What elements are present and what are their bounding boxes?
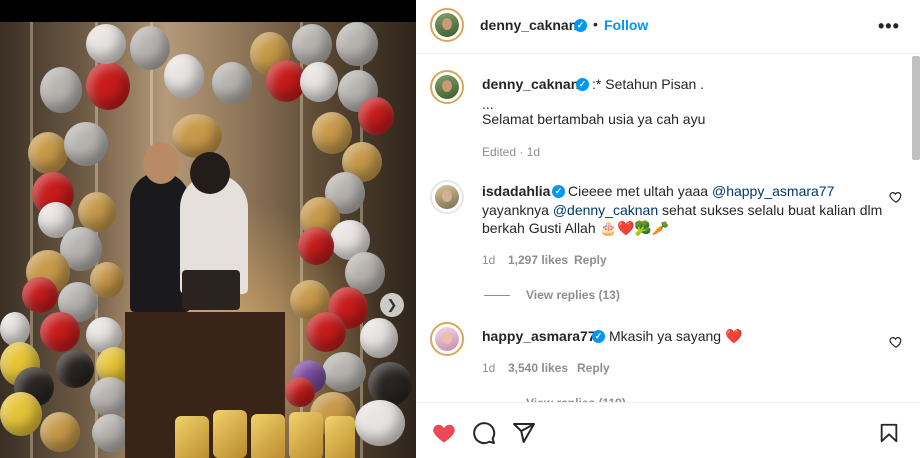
balloon: [86, 62, 130, 110]
caption-username[interactable]: denny_caknan: [482, 76, 579, 92]
chevron-right-icon: ❯: [386, 297, 398, 312]
letter-balloon: [175, 416, 209, 458]
comment-text-line-1: Cieeee met ultah yaaa @happy_asmara77: [568, 183, 835, 199]
balloon: [360, 318, 398, 358]
comment-text-line-2: yayanknya @denny_caknan sehat sukses sel…: [482, 202, 883, 218]
author-username[interactable]: denny_caknan: [480, 17, 577, 33]
balloon: [285, 377, 315, 407]
verified-icon: ✓: [592, 330, 605, 343]
commenter-avatar[interactable]: [430, 322, 464, 356]
verified-icon: ✓: [552, 185, 565, 198]
heart-icon[interactable]: [889, 335, 903, 349]
balloon: [298, 227, 334, 265]
separator-dot: •: [593, 16, 598, 32]
bookmark-icon[interactable]: [878, 421, 900, 445]
author-avatar[interactable]: [430, 8, 464, 42]
balloon: [0, 312, 30, 346]
balloon: [56, 350, 94, 388]
balloon: [90, 377, 130, 417]
comment-username[interactable]: isdadahlia: [482, 183, 550, 199]
balloon: [90, 262, 124, 298]
more-icon[interactable]: •••: [878, 16, 900, 37]
person-woman-head: [190, 152, 230, 194]
balloon: [312, 112, 352, 154]
comment-text: Mkasih ya sayang ❤️: [609, 328, 743, 344]
post-photo[interactable]: ❯: [0, 22, 416, 458]
verified-icon: ✓: [576, 78, 589, 91]
post-side-panel: denny_caknan ✓ • Follow ••• denny_caknan…: [416, 0, 920, 458]
next-image-button[interactable]: ❯: [380, 293, 404, 317]
reply-button[interactable]: Reply: [577, 361, 610, 375]
balloon: [164, 54, 204, 98]
birthday-cake: [182, 270, 240, 310]
comment-icon[interactable]: [472, 421, 496, 445]
caption-meta: Edited · 1d: [482, 145, 541, 159]
balloon: [212, 62, 252, 104]
comment-age: 1d: [482, 253, 496, 267]
balloon: [322, 352, 366, 392]
balloon: [78, 192, 116, 232]
letter-balloon: [213, 410, 247, 458]
comment-emoji: 🎂❤️🥦🥕: [599, 220, 670, 236]
happy-letter-balloons: [175, 410, 355, 458]
mention-link[interactable]: @denny_caknan: [553, 202, 658, 218]
person-man-head: [143, 142, 179, 184]
top-strip: [0, 0, 416, 22]
letter-balloon: [289, 412, 323, 458]
post-window: ❯ denny_caknan ✓ • Follow ••• denny_cakn…: [0, 0, 920, 458]
balloon: [292, 24, 332, 66]
balloon: [40, 412, 80, 452]
balloon: [130, 26, 170, 70]
heart-icon[interactable]: [889, 190, 903, 204]
balloon: [28, 132, 68, 174]
reply-button[interactable]: Reply: [574, 253, 607, 267]
caption-line-1: :* Setahun Pisan .: [592, 76, 705, 92]
share-icon[interactable]: [512, 421, 536, 445]
commenter-avatar[interactable]: [430, 180, 464, 214]
comment-username[interactable]: happy_asmara77: [482, 328, 596, 344]
comment-emoji: ❤️: [724, 328, 743, 344]
heart-icon[interactable]: [431, 421, 457, 445]
comment-text-line-3: berkah Gusti Allah 🎂❤️🥦🥕: [482, 220, 670, 236]
mention-link[interactable]: @happy_asmara77: [712, 183, 834, 199]
balloon: [300, 62, 338, 102]
balloon: [0, 392, 42, 436]
caption-avatar[interactable]: [430, 70, 464, 104]
letter-balloon: [251, 414, 285, 458]
balloon: [336, 22, 378, 66]
comment-likes[interactable]: 3,540 likes: [508, 361, 568, 375]
comment-age: 1d: [482, 361, 496, 375]
replies-divider: [484, 295, 510, 296]
balloon: [40, 312, 80, 352]
balloon: [306, 312, 346, 352]
scrollbar[interactable]: [912, 56, 920, 160]
balloon: [64, 122, 108, 166]
balloon: [355, 400, 405, 446]
caption-line-3: Selamat bertambah usia ya cah ayu: [482, 111, 706, 127]
balloon: [40, 67, 82, 113]
action-bar: [416, 402, 920, 458]
balloon: [172, 114, 222, 158]
balloon: [358, 97, 394, 135]
balloon: [22, 277, 58, 313]
follow-button[interactable]: Follow: [604, 17, 648, 33]
balloon: [86, 24, 126, 64]
letter-balloon: [325, 416, 355, 458]
comment-likes[interactable]: 1,297 likes: [508, 253, 568, 267]
verified-icon: ✓: [574, 19, 587, 32]
post-header: denny_caknan ✓ • Follow •••: [416, 0, 920, 54]
view-replies-button[interactable]: View replies (13): [526, 288, 620, 302]
